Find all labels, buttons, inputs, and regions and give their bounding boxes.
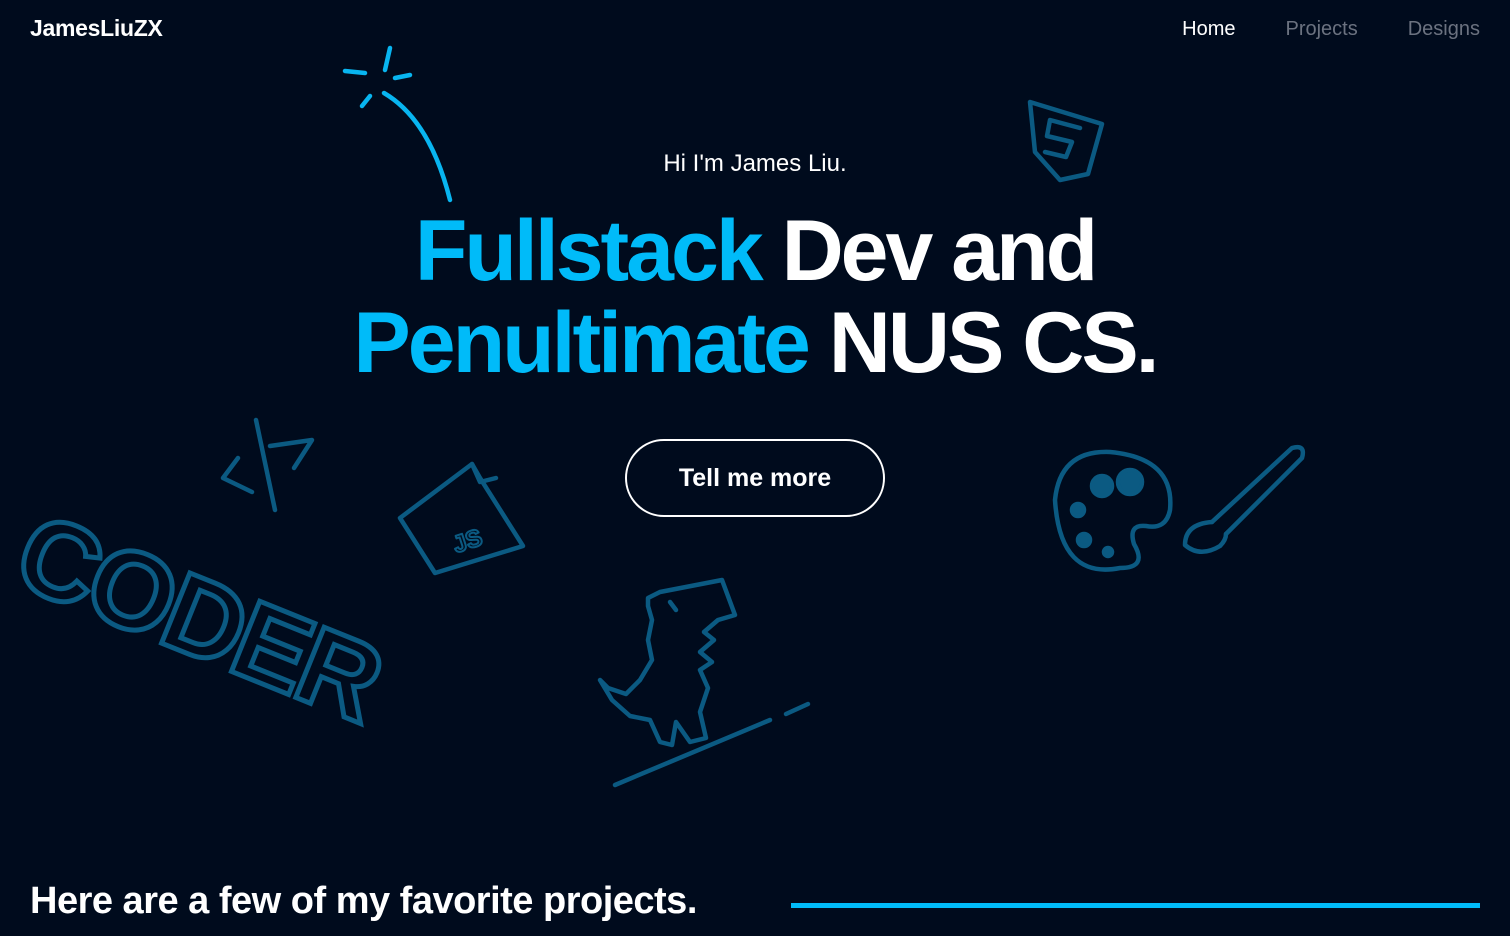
section-divider <box>791 903 1480 908</box>
hero-headline: Fullstack Dev and Penultimate NUS CS. <box>0 205 1510 389</box>
headline-accent-1: Fullstack <box>414 203 764 299</box>
headline-rest-2: NUS CS. <box>828 295 1160 391</box>
palette-icon <box>1052 449 1173 572</box>
hero-greeting: Hi I'm James Liu. <box>663 150 847 177</box>
nav-home[interactable]: Home <box>1182 18 1235 41</box>
headline-rest-1: Dev and <box>781 203 1099 299</box>
projects-heading: Here are a few of my favorite projects. <box>30 880 697 922</box>
js-file-icon: JS <box>397 461 526 576</box>
main-nav: Home Projects Designs <box>1182 18 1480 41</box>
nav-projects[interactable]: Projects <box>1285 18 1357 41</box>
code-icon <box>220 417 315 513</box>
tell-me-more-button[interactable]: Tell me more <box>625 439 885 517</box>
dinosaur-icon <box>597 577 811 788</box>
coder-text: CODER <box>0 490 398 746</box>
headline-accent-2: Penultimate <box>353 295 810 391</box>
brand-logo[interactable]: JamesLiuZX <box>30 15 163 42</box>
paintbrush-icon <box>1182 444 1306 554</box>
js-label: JS <box>449 524 485 559</box>
coder-text-doodle: CODER <box>0 487 401 748</box>
nav-designs[interactable]: Designs <box>1408 18 1480 41</box>
